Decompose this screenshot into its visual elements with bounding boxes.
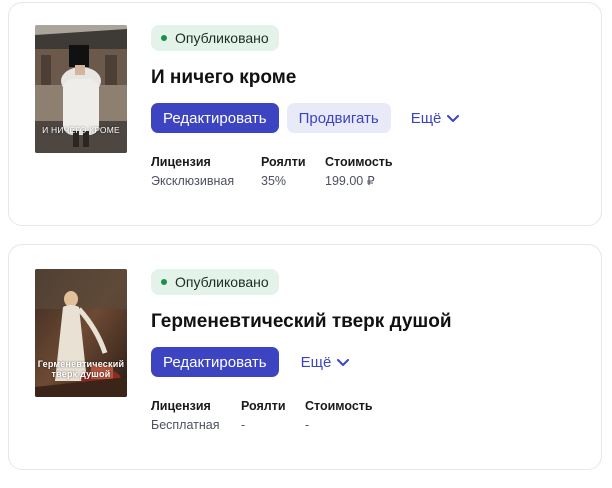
- more-menu-button[interactable]: Ещё: [411, 110, 460, 127]
- book-actions: Редактировать Ещё: [151, 347, 585, 377]
- license-label: Лицензия: [151, 155, 211, 169]
- book-card: И НИЧЕГО КРОМЕ Опубликовано И ничего кро…: [8, 2, 602, 226]
- book-details: Опубликовано И ничего кроме Редактироват…: [151, 25, 585, 188]
- royalty-column: Роялти 35%: [261, 155, 309, 188]
- book-details: Опубликовано Герменевтический тверк душо…: [151, 269, 585, 432]
- book-cover-image[interactable]: Герменевтический тверк душой: [35, 269, 127, 397]
- status-badge: Опубликовано: [151, 25, 279, 51]
- price-value: 199.00 ₽: [325, 174, 375, 188]
- chevron-down-icon: [447, 110, 460, 127]
- promote-button[interactable]: Продвигать: [286, 103, 391, 133]
- price-value: -: [305, 418, 310, 432]
- status-dot-icon: [161, 279, 167, 285]
- chevron-down-icon: [337, 354, 350, 371]
- royalty-label: Роялти: [261, 155, 306, 169]
- edit-button[interactable]: Редактировать: [151, 103, 279, 133]
- status-dot-icon: [161, 35, 167, 41]
- royalty-column: Роялти -: [241, 399, 289, 432]
- price-column: Стоимость 199.00 ₽: [325, 155, 393, 188]
- license-value: Бесплатная: [151, 418, 220, 432]
- book-title[interactable]: Герменевтический тверк душой: [151, 311, 585, 333]
- price-label: Стоимость: [305, 399, 373, 413]
- status-label: Опубликовано: [175, 30, 269, 46]
- royalty-value: -: [241, 418, 246, 432]
- book-meta: Лицензия Эксклюзивная Роялти 35% Стоимос…: [151, 155, 585, 188]
- book-actions: Редактировать Продвигать Ещё: [151, 103, 585, 133]
- more-label: Ещё: [410, 109, 442, 127]
- royalty-value: 35%: [261, 174, 287, 188]
- license-column: Лицензия Бесплатная: [151, 399, 225, 432]
- book-card: Герменевтический тверк душой Опубликован…: [8, 244, 602, 470]
- book-cover-image[interactable]: И НИЧЕГО КРОМЕ: [35, 25, 127, 153]
- book-meta: Лицензия Бесплатная Роялти - Стоимость -: [151, 399, 585, 432]
- royalty-label: Роялти: [241, 399, 286, 413]
- status-badge: Опубликовано: [151, 269, 279, 295]
- edit-button[interactable]: Редактировать: [151, 347, 279, 377]
- cover-title: И НИЧЕГО КРОМЕ: [42, 125, 120, 135]
- license-value: Эксклюзивная: [151, 174, 235, 188]
- price-column: Стоимость -: [305, 399, 373, 432]
- book-title[interactable]: И ничего кроме: [151, 67, 585, 89]
- license-column: Лицензия Эксклюзивная: [151, 155, 245, 188]
- status-label: Опубликовано: [175, 274, 269, 290]
- price-label: Стоимость: [325, 155, 393, 169]
- cover-title: Герменевтический тверк душой: [37, 359, 125, 379]
- more-label: Ещё: [300, 353, 332, 371]
- license-label: Лицензия: [151, 399, 211, 413]
- more-menu-button[interactable]: Ещё: [301, 354, 350, 371]
